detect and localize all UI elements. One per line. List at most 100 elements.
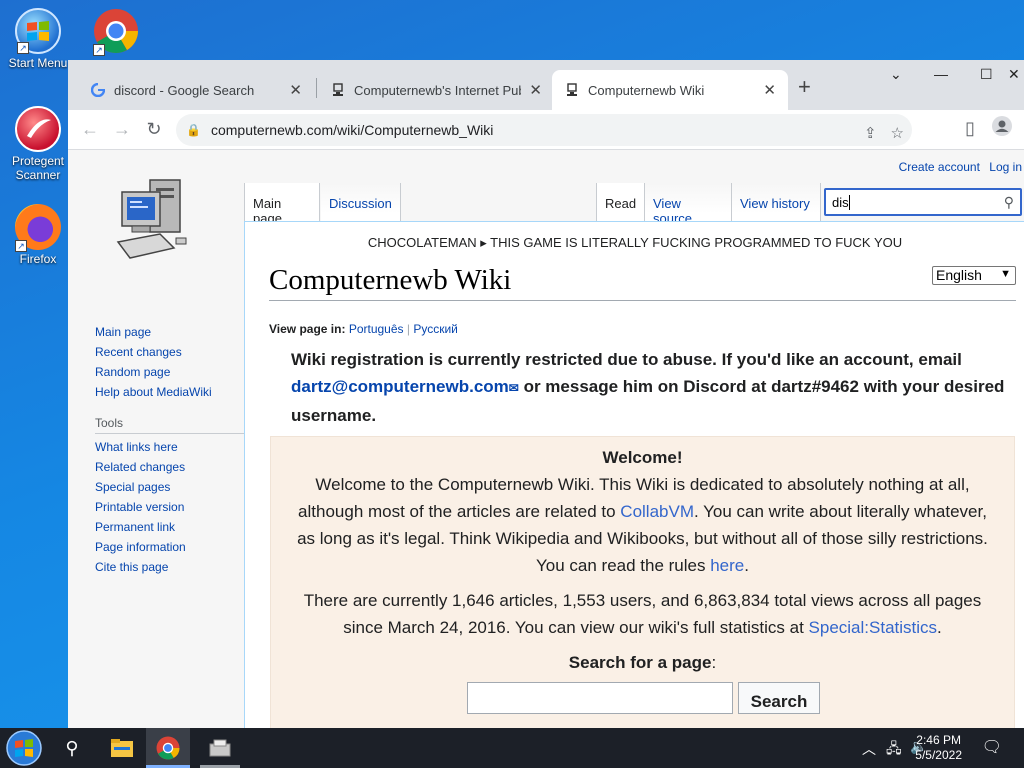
- sidebar-item-special-pages[interactable]: Special pages: [95, 480, 245, 494]
- tab-title: Computernewb's Internet Pub H: [354, 82, 522, 98]
- create-account-link[interactable]: Create account: [899, 160, 980, 174]
- back-arrow-icon[interactable]: ←: [74, 119, 106, 140]
- special-statistics-link[interactable]: Special:Statistics: [809, 618, 938, 637]
- welcome-text-part: .: [744, 556, 749, 575]
- maximize-icon[interactable]: ☐: [980, 66, 993, 83]
- wiki-search-input[interactable]: dis ⚲: [824, 188, 1022, 216]
- close-tab-icon[interactable]: ✕: [289, 81, 302, 99]
- sidebar-item-printable-version[interactable]: Printable version: [95, 500, 245, 514]
- email-link[interactable]: dartz@computernewb.com: [291, 377, 509, 396]
- share-icon[interactable]: ⇪: [864, 124, 877, 142]
- close-tab-icon[interactable]: ✕: [763, 81, 776, 99]
- shortcut-arrow-icon: ↗: [15, 240, 27, 252]
- tab-read[interactable]: Read: [596, 183, 645, 221]
- new-tab-icon[interactable]: +: [798, 74, 811, 100]
- language-link-russian[interactable]: Русский: [413, 322, 458, 336]
- desktop-icon-label: Start Menu: [8, 56, 68, 70]
- computernewb-icon: [564, 82, 580, 98]
- tab-discussion[interactable]: Discussion: [321, 183, 401, 221]
- wiki-logo-computer-icon[interactable]: [116, 178, 196, 268]
- desktop-icon-chrome[interactable]: ↗: [80, 8, 152, 56]
- login-link[interactable]: Log in: [989, 160, 1022, 174]
- search-icon[interactable]: ⚲: [56, 732, 88, 764]
- rules-link[interactable]: here: [710, 556, 744, 575]
- taskbar: ⚲ ︿ 🖧 🔈 2:46 PM 5/5/2022 🗨: [0, 728, 1024, 768]
- welcome-box: Welcome! Welcome to the Computernewb Wik…: [270, 436, 1015, 728]
- search-input-value: dis: [832, 194, 849, 210]
- clock[interactable]: 2:46 PM 5/5/2022: [915, 733, 962, 763]
- shortcut-arrow-icon: ↗: [93, 44, 105, 56]
- sidebar-item-help[interactable]: Help about MediaWiki: [95, 385, 245, 399]
- address-bar[interactable]: 🔒 computernewb.com/wiki/Computernewb_Wik…: [176, 114, 912, 146]
- sidebar-item-related-changes[interactable]: Related changes: [95, 460, 245, 474]
- clock-date: 5/5/2022: [915, 748, 962, 762]
- sidebar-item-cite-this-page[interactable]: Cite this page: [95, 560, 245, 574]
- page-search-input[interactable]: [467, 682, 733, 714]
- registration-notice: Wiki registration is currently restricte…: [291, 346, 1011, 429]
- desktop-icon-label: Firefox: [19, 252, 57, 266]
- wiki-page: Create account Log in Main page Discussi…: [68, 150, 1024, 728]
- desktop-icon-start-menu[interactable]: ↗ Start Menu: [2, 8, 74, 70]
- language-select[interactable]: English ▼: [932, 266, 1016, 285]
- welcome-heading: Welcome!: [602, 448, 683, 467]
- sidebar-item-main-page[interactable]: Main page: [95, 325, 245, 339]
- sidebar: Main page Recent changes Random page Hel…: [95, 325, 245, 580]
- tab-view-source[interactable]: View source: [645, 183, 732, 226]
- welcome-text: Welcome to the Computernewb Wiki. This W…: [271, 471, 1014, 579]
- bookmark-star-icon[interactable]: ☆: [891, 124, 904, 142]
- app-icon[interactable]: [204, 732, 236, 764]
- sidebar-item-random-page[interactable]: Random page: [95, 365, 245, 379]
- chrome-taskbar-icon[interactable]: [146, 728, 190, 768]
- tab-internet-pub[interactable]: Computernewb's Internet Pub H ✕: [318, 70, 554, 110]
- network-icon[interactable]: 🖧: [886, 738, 902, 762]
- search-for-page-colon: :: [711, 653, 717, 672]
- content-area: CHOCOLATEMAN ▸ THIS GAME IS LITERALLY FU…: [244, 221, 1024, 728]
- windows-orb-icon: [6, 730, 42, 766]
- start-button[interactable]: [4, 728, 44, 768]
- search-icon[interactable]: ⚲: [1004, 194, 1014, 211]
- google-icon: [90, 82, 106, 98]
- notifications-icon[interactable]: 🗨: [982, 737, 1002, 757]
- sidebar-item-what-links-here[interactable]: What links here: [95, 440, 245, 454]
- url-text: computernewb.com/wiki/Computernewb_Wiki: [210, 122, 494, 138]
- collabvm-link[interactable]: CollabVM: [620, 502, 694, 521]
- tab-discord-search[interactable]: discord - Google Search ✕: [78, 70, 314, 110]
- view-page-in: View page in: Português | Русский: [269, 322, 458, 336]
- mail-icon: ✉: [508, 381, 519, 395]
- language-select-value: English: [936, 267, 982, 283]
- tab-view-history[interactable]: View history: [732, 183, 821, 221]
- sidebar-item-permanent-link[interactable]: Permanent link: [95, 520, 245, 534]
- desktop-icon-protegent[interactable]: Protegent Scanner: [2, 106, 74, 182]
- close-window-icon[interactable]: ✕: [1008, 66, 1024, 83]
- minimize-icon[interactable]: —: [934, 66, 948, 82]
- view-page-in-label: View page in:: [269, 322, 346, 336]
- firefox-icon: ↗: [15, 204, 61, 252]
- file-explorer-icon[interactable]: [106, 732, 138, 764]
- wiki-stats: There are currently 1,646 articles, 1,55…: [271, 587, 1014, 641]
- tab-title: Computernewb Wiki: [588, 82, 705, 98]
- page-search-button[interactable]: Search: [738, 682, 820, 714]
- tab-main-page[interactable]: Main page: [244, 183, 320, 226]
- reload-icon[interactable]: ↻: [138, 119, 170, 140]
- title-divider: [269, 300, 1016, 301]
- desktop-icon-firefox[interactable]: ↗ Firefox: [2, 204, 74, 266]
- clock-time: 2:46 PM: [916, 733, 961, 747]
- side-panel-icon[interactable]: ▯: [954, 118, 986, 139]
- chrome-icon: ↗: [93, 8, 139, 56]
- chevron-up-icon[interactable]: ︿: [862, 739, 876, 759]
- forward-arrow-icon[interactable]: →: [106, 119, 138, 140]
- desktop-icon-label: Protegent Scanner: [11, 154, 65, 182]
- personal-tools: Create account Log in: [893, 160, 1022, 174]
- profile-avatar-icon[interactable]: [986, 116, 1018, 141]
- language-link-portuguese[interactable]: Português: [349, 322, 404, 336]
- sidebar-item-page-information[interactable]: Page information: [95, 540, 245, 554]
- sidebar-tools-heading: Tools: [95, 416, 245, 434]
- site-notice: CHOCOLATEMAN ▸ THIS GAME IS LITERALLY FU…: [367, 235, 903, 250]
- tab-search-chevron-icon[interactable]: ⌄: [890, 66, 902, 83]
- search-for-page-text: Search for a page: [568, 653, 712, 672]
- tab-strip: discord - Google Search ✕ Computernewb's…: [68, 60, 1024, 110]
- tab-computernewb-wiki[interactable]: Computernewb Wiki ✕: [552, 70, 788, 110]
- close-tab-icon[interactable]: ✕: [529, 81, 542, 99]
- browser-window: discord - Google Search ✕ Computernewb's…: [68, 60, 1024, 728]
- sidebar-item-recent-changes[interactable]: Recent changes: [95, 345, 245, 359]
